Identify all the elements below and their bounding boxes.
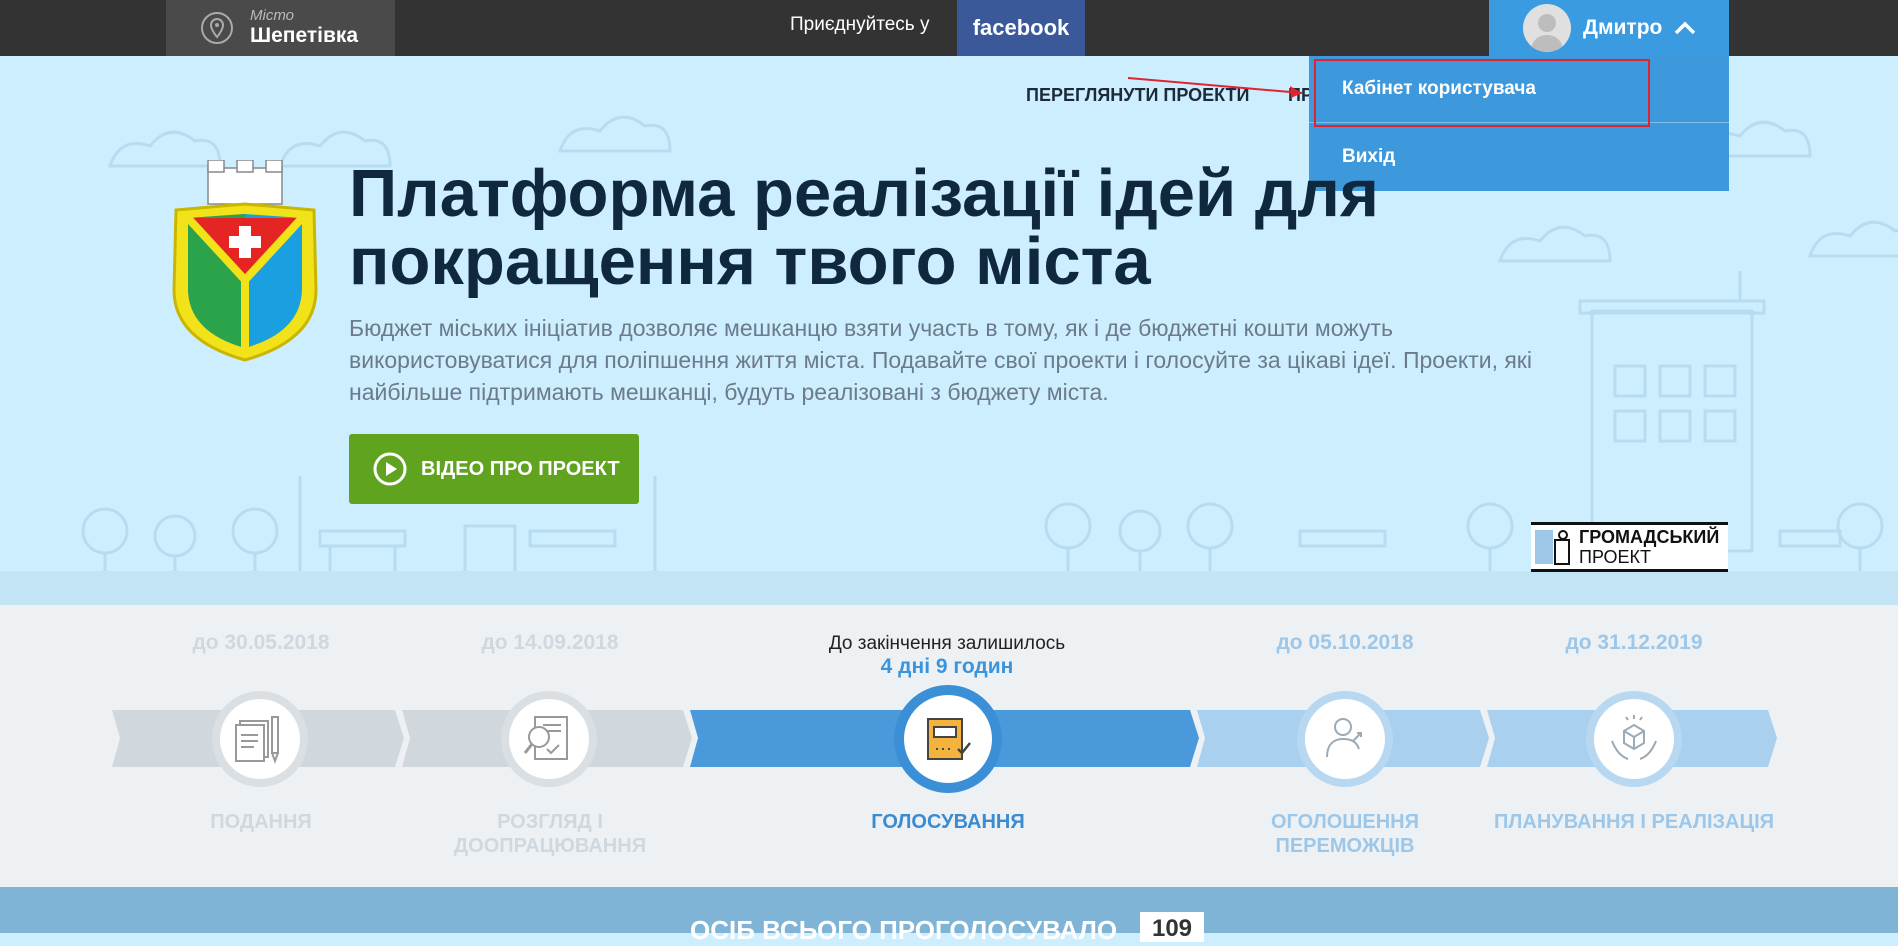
step-date-submission: до 30.05.2018 xyxy=(192,631,330,654)
city-text: Місто Шепетівка xyxy=(250,8,358,48)
ballot-box-icon xyxy=(927,718,971,760)
partner-logo-line1: ГРОМАДСЬКИЙ xyxy=(1579,527,1720,547)
partner-logo-text: ГРОМАДСЬКИЙ ПРОЕКТ xyxy=(1579,527,1719,567)
review-magnifier-icon xyxy=(523,716,568,760)
hands-cube-icon xyxy=(1611,715,1657,760)
winner-person-icon xyxy=(1326,718,1362,758)
facebook-button[interactable]: facebook xyxy=(957,0,1085,56)
project-timeline: до 30.05.2018 до 14.09.2018 До закінченн… xyxy=(0,605,1898,887)
play-icon xyxy=(373,452,407,486)
partner-logo-line2: ПРОЕКТ xyxy=(1579,547,1652,567)
city-selector[interactable]: Місто Шепетівка xyxy=(166,0,395,56)
user-menu-toggle[interactable]: Дмитро xyxy=(1489,0,1729,56)
city-coat-of-arms-logo xyxy=(172,160,318,362)
city-label: Місто xyxy=(250,7,294,24)
step-date-review: до 14.09.2018 xyxy=(481,631,619,654)
chevron-up-icon xyxy=(1675,21,1696,35)
user-name: Дмитро xyxy=(1583,16,1663,39)
step-label-winners[interactable]: ОГОЛОШЕННЯ ПЕРЕМОЖЦІВ xyxy=(1195,810,1495,858)
location-pin-icon xyxy=(201,12,233,44)
step-date-implementation: до 31.12.2019 xyxy=(1565,631,1703,654)
remaining-value: 4 дні 9 годин xyxy=(880,655,1014,678)
step-label-voting[interactable]: ГОЛОСУВАННЯ xyxy=(798,810,1098,834)
step-date-winners: до 05.10.2018 xyxy=(1276,631,1414,654)
documents-icon xyxy=(235,716,279,764)
step-label-submission[interactable]: ПОДАННЯ xyxy=(111,810,411,834)
remaining-label: До закінчення залишилось xyxy=(828,633,1066,654)
page-title: Платформа реалізації ідей для покращення… xyxy=(349,156,1380,299)
avatar xyxy=(1523,4,1571,52)
votes-count: 109 xyxy=(1140,912,1204,942)
video-button-label: ВІДЕО ПРО ПРОЕКТ xyxy=(421,457,620,480)
annotation-highlight-box xyxy=(1314,59,1650,127)
votes-summary-text: ОСІБ ВСЬОГО ПРОГОЛОСУВАЛО xyxy=(690,915,1118,945)
votes-summary-bar: ОСІБ ВСЬОГО ПРОГОЛОСУВАЛО 109 xyxy=(0,887,1898,945)
building-mark-icon xyxy=(1535,530,1570,565)
user-silhouette-icon xyxy=(1531,14,1563,52)
join-text: Приєднуйтесь у xyxy=(790,14,930,35)
gromadskyi-proekt-logo[interactable]: ГРОМАДСЬКИЙ ПРОЕКТ xyxy=(1531,522,1728,572)
video-about-project-button[interactable]: ВІДЕО ПРО ПРОЕКТ xyxy=(349,434,639,504)
hero-description: Бюджет міських ініціатив дозволяє мешкан… xyxy=(349,315,1532,405)
step-label-implementation[interactable]: ПЛАНУВАННЯ І РЕАЛІЗАЦІЯ xyxy=(1484,810,1784,834)
annotation-arrow xyxy=(1127,77,1303,98)
city-name: Шепетівка xyxy=(250,24,359,47)
step-label-review[interactable]: РОЗГЛЯД І ДООПРАЦЮВАННЯ xyxy=(400,810,700,858)
